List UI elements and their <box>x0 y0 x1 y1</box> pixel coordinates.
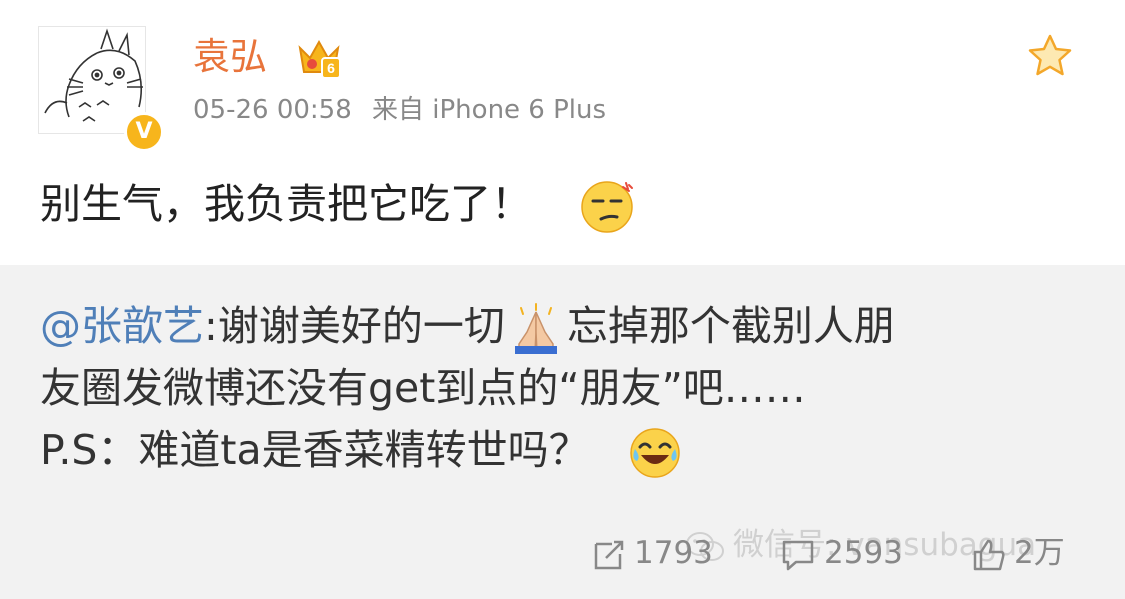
vip-level: 6 <box>327 60 335 76</box>
like-action[interactable]: 2万 <box>972 531 1065 575</box>
repost-line-2: 友圈发微博还没有get到点的“朋友”吧…… <box>40 364 806 412</box>
repost-card[interactable]: @张歆艺:谢谢美好的一切 忘掉那个截别人朋 友圈发微博还没有get到点的“朋友”… <box>0 265 1125 599</box>
tears-of-joy-emoji-icon <box>629 428 680 478</box>
post-header: V 袁弘 6 05-26 00:58 来自 iPhone 6 Plus 别生气，… <box>0 0 1125 265</box>
comment-icon <box>782 540 814 570</box>
like-count: 2万 <box>1014 535 1065 571</box>
repost-line-1-b: 忘掉那个截别人朋 <box>566 302 895 350</box>
verified-badge: V <box>124 112 164 152</box>
repost-text: @张歆艺:谢谢美好的一切 忘掉那个截别人朋 友圈发微博还没有get到点的“朋友”… <box>40 295 1100 481</box>
post-meta: 05-26 00:58 来自 iPhone 6 Plus <box>193 92 618 128</box>
post-text-content: 别生气，我负责把它吃了！ <box>40 180 532 228</box>
repost-line-3-text: P.S：难道ta是香菜精转世吗？ <box>40 426 590 474</box>
mention-link[interactable]: @张歆艺 <box>40 302 204 350</box>
repost-line-3: P.S：难道ta是香菜精转世吗？ <box>40 419 1100 481</box>
repost-line-1-a: :谢谢美好的一切 <box>204 302 505 350</box>
comment-action[interactable]: 2593 <box>780 531 903 575</box>
repost-icon <box>594 540 624 569</box>
repost-action[interactable]: 1793 <box>592 531 713 575</box>
smirking-face-emoji-icon <box>581 181 634 233</box>
post-text: 别生气，我负责把它吃了！ <box>40 176 635 235</box>
comment-count: 2593 <box>824 535 903 571</box>
favorite-star-icon[interactable] <box>1026 32 1074 80</box>
post-source: 来自 iPhone 6 Plus <box>372 95 607 125</box>
vip-crown-icon[interactable]: 6 <box>296 38 342 80</box>
post-time: 05-26 00:58 <box>193 95 352 125</box>
username[interactable]: 袁弘 <box>193 33 267 81</box>
repost-count: 1793 <box>634 535 713 571</box>
repost-line-1: @张歆艺:谢谢美好的一切 忘掉那个截别人朋 <box>40 295 1100 357</box>
folded-hands-emoji-icon <box>514 303 557 354</box>
thumbs-up-icon <box>973 539 1005 570</box>
